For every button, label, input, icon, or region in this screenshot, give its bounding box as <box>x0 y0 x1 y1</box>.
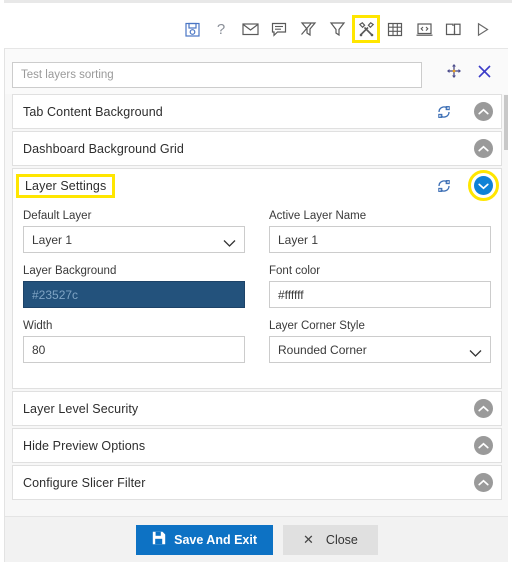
table-grid-icon[interactable] <box>383 17 407 41</box>
save-and-exit-button[interactable]: Save And Exit <box>136 524 274 555</box>
help-question-icon[interactable]: ? <box>209 17 233 41</box>
app-root: ? Test layers sorting Tab Content Backgr… <box>0 0 512 562</box>
field-label: Layer Background <box>23 265 117 277</box>
dialog-header-actions <box>444 61 494 81</box>
section-header-actions <box>436 102 493 121</box>
section-title: Hide Preview Options <box>23 438 146 453</box>
play-preview-icon[interactable] <box>470 17 494 41</box>
settings-dialog: Tab Content Background <box>4 48 508 562</box>
section-header-actions <box>474 473 493 492</box>
field-layer-corner-style: Layer Corner Style <box>269 320 491 363</box>
layer-corner-style-select[interactable] <box>269 336 491 363</box>
comment-icon[interactable] <box>267 17 291 41</box>
section-header[interactable]: Configure Slicer Filter <box>13 466 501 499</box>
section-layer-settings: Layer Settings Default Layer Layer 1 Act… <box>12 168 502 389</box>
save-and-exit-label: Save And Exit <box>174 532 258 547</box>
close-button[interactable]: ✕ Close <box>283 524 378 555</box>
section-header-actions <box>474 399 493 418</box>
sync-refresh-icon[interactable] <box>436 104 452 120</box>
field-label: Font color <box>269 265 321 277</box>
section-tab-content-background: Tab Content Background <box>12 94 502 129</box>
section-dashboard-background-grid: Dashboard Background Grid <box>12 131 502 166</box>
default-layer-select[interactable] <box>23 226 245 253</box>
font-color-input[interactable] <box>269 281 491 308</box>
section-header[interactable]: Hide Preview Options <box>13 429 501 462</box>
section-title: Layer Level Security <box>23 401 139 416</box>
section-header[interactable]: Dashboard Background Grid <box>13 132 501 165</box>
close-label: Close <box>325 532 358 547</box>
section-collapse-chevron-icon[interactable] <box>474 399 493 418</box>
section-collapse-chevron-icon[interactable] <box>474 139 493 158</box>
section-header-actions <box>474 139 493 158</box>
top-divider <box>4 0 512 3</box>
section-header-actions <box>474 436 493 455</box>
section-header[interactable]: Tab Content Background <box>13 95 501 128</box>
save-icon[interactable] <box>180 17 204 41</box>
dialog-header <box>5 49 508 94</box>
section-collapse-chevron-icon[interactable] <box>474 102 493 121</box>
move-handle-icon[interactable] <box>444 61 464 81</box>
section-hide-preview-options: Hide Preview Options <box>12 428 502 463</box>
section-title: Layer Settings <box>15 173 116 198</box>
toolbar: ? <box>0 12 512 46</box>
dialog-footer: Save And Exit ✕ Close <box>5 516 508 562</box>
vertical-scrollbar[interactable] <box>504 95 508 150</box>
field-layer-background: Layer Background #23527c <box>23 265 245 308</box>
section-layer-level-security: Layer Level Security <box>12 391 502 426</box>
field-label: Width <box>23 320 53 332</box>
section-title: Dashboard Background Grid <box>23 141 184 156</box>
help-question-glyph: ? <box>216 20 226 38</box>
tools-settings-icon[interactable] <box>352 15 380 43</box>
copy-window-icon[interactable] <box>441 17 465 41</box>
section-collapse-chevron-icon[interactable] <box>474 473 493 492</box>
layer-settings-form: Default Layer Layer 1 Active Layer Name … <box>13 202 501 388</box>
section-header-actions <box>436 170 499 201</box>
section-title: Tab Content Background <box>23 104 163 119</box>
section-configure-slicer-filter: Configure Slicer Filter <box>12 465 502 500</box>
section-expand-chevron-icon[interactable] <box>468 170 499 201</box>
field-label: Layer Corner Style <box>269 320 365 332</box>
field-active-layer-name: Active Layer Name <box>269 210 491 253</box>
section-title: Configure Slicer Filter <box>23 475 146 490</box>
field-width: Width <box>23 320 245 363</box>
active-layer-name-input[interactable] <box>269 226 491 253</box>
save-floppy-icon <box>152 531 166 548</box>
layer-background-color-input[interactable]: #23527c <box>23 281 245 308</box>
sync-refresh-icon[interactable] <box>436 178 452 194</box>
width-input[interactable] <box>23 336 245 363</box>
close-x-icon: ✕ <box>303 531 314 547</box>
section-collapse-chevron-icon[interactable] <box>474 436 493 455</box>
section-header[interactable]: Layer Level Security <box>13 392 501 425</box>
mail-envelope-icon[interactable] <box>238 17 262 41</box>
search-input[interactable] <box>12 62 422 88</box>
field-default-layer: Default Layer <box>23 210 245 253</box>
field-font-color: Font color <box>269 265 491 308</box>
close-icon[interactable] <box>474 61 494 81</box>
code-window-icon[interactable] <box>412 17 436 41</box>
field-label: Default Layer <box>23 210 92 222</box>
settings-scroll-area[interactable]: Tab Content Background Dashboard Backgro… <box>5 94 508 517</box>
filter-icon[interactable] <box>325 17 349 41</box>
clear-filter-icon[interactable] <box>296 17 320 41</box>
section-header[interactable]: Layer Settings <box>13 169 501 202</box>
field-label: Active Layer Name <box>269 210 367 222</box>
